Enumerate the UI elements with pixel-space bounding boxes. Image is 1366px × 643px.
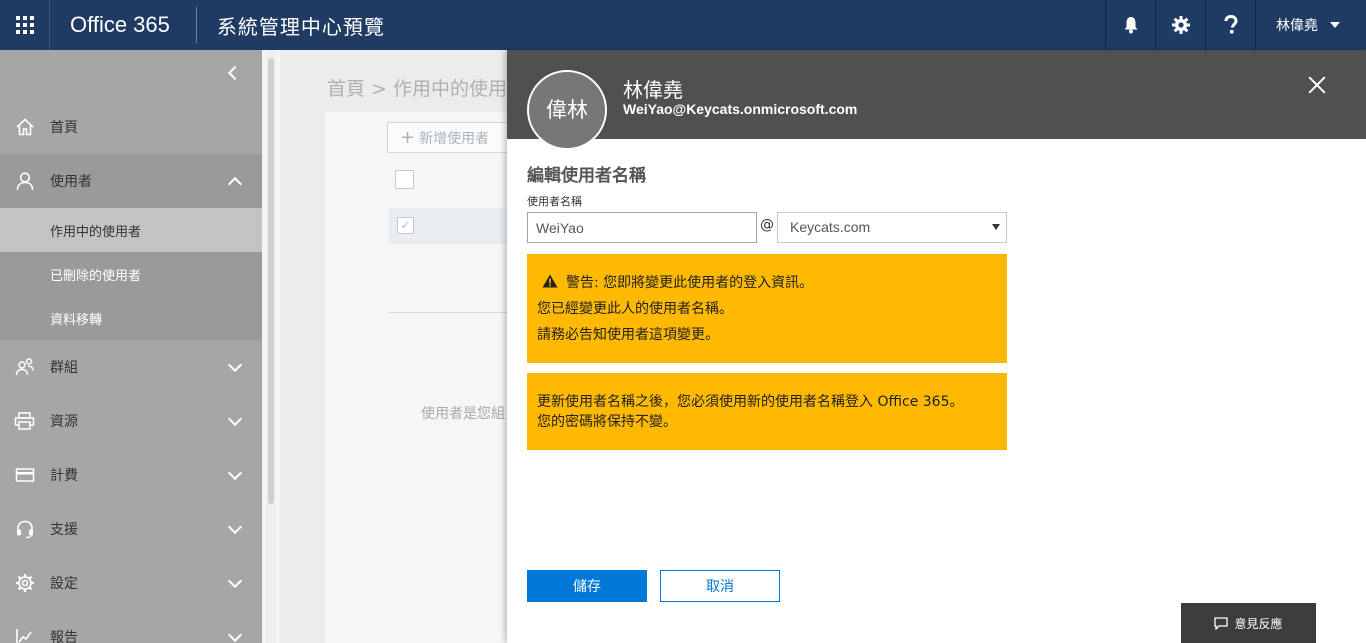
app-title: 系統管理中心預覽 bbox=[216, 14, 385, 39]
plus-icon: + bbox=[400, 127, 416, 148]
save-button[interactable]: 儲存 bbox=[527, 570, 647, 602]
user-name: 林偉堯 bbox=[1276, 18, 1318, 34]
at-sign: @ bbox=[760, 217, 774, 233]
home-icon bbox=[0, 117, 50, 137]
sidebar-item-label: 支援 bbox=[50, 522, 78, 538]
sidebar-item-label: 資源 bbox=[50, 414, 78, 430]
sidebar-item-label: 使用者 bbox=[50, 174, 92, 190]
add-user-button[interactable]: + 新增使用者 bbox=[387, 122, 509, 153]
gear-icon bbox=[0, 573, 50, 593]
add-user-label: 新增使用者 bbox=[419, 131, 490, 147]
chevron-down-icon bbox=[227, 573, 243, 589]
sidebar-item-users[interactable]: 使用者 bbox=[0, 154, 262, 208]
scrollbar-thumb[interactable] bbox=[268, 58, 274, 504]
info-line-1: 更新使用者名稱之後，您必須使用新的使用者名稱登入 Office 365。 bbox=[537, 394, 964, 410]
sidebar-item-groups[interactable]: 群組 bbox=[0, 340, 262, 394]
warning-line-3: 請務必告知使用者這項變更。 bbox=[537, 327, 719, 343]
check-icon: ✓ bbox=[400, 218, 411, 232]
panel-user-name: 林偉堯 bbox=[623, 78, 683, 102]
sidebar-subitem-active-users[interactable]: 作用中的使用者 bbox=[0, 208, 262, 252]
username-label: 使用者名稱 bbox=[527, 195, 582, 208]
sidebar-item-label: 群組 bbox=[50, 360, 78, 376]
cancel-button[interactable]: 取消 bbox=[660, 570, 780, 602]
caret-down-icon bbox=[1330, 22, 1340, 28]
chevron-up-icon bbox=[227, 176, 243, 192]
feedback-button[interactable]: 意見反應 bbox=[1181, 603, 1316, 643]
settings-button[interactable] bbox=[1155, 0, 1205, 50]
waffle-icon bbox=[15, 16, 34, 34]
sidebar-item-home[interactable]: 首頁 bbox=[0, 100, 262, 154]
domain-select[interactable]: Keycats.com bbox=[777, 212, 1007, 243]
users-hint-text: 使用者是您組 bbox=[421, 406, 505, 422]
question-icon bbox=[1224, 15, 1238, 34]
warning-icon bbox=[542, 274, 558, 288]
sidebar-item-label: 報告 bbox=[50, 630, 78, 643]
sidebar-item-resources[interactable]: 資源 bbox=[0, 394, 262, 448]
user-icon bbox=[0, 171, 50, 191]
divider bbox=[389, 312, 510, 313]
chevron-down-icon bbox=[227, 519, 243, 535]
avatar: 偉林 bbox=[527, 70, 607, 150]
user-menu[interactable]: 林偉堯 bbox=[1255, 0, 1366, 50]
warning-line-2: 您已經變更此人的使用者名稱。 bbox=[537, 301, 733, 317]
sidebar-subitem-deleted-users[interactable]: 已刪除的使用者 bbox=[0, 252, 262, 296]
sidebar-item-settings[interactable]: 設定 bbox=[0, 556, 262, 610]
app-launcher-button[interactable] bbox=[0, 0, 50, 50]
sidebar-item-billing[interactable]: 計費 bbox=[0, 448, 262, 502]
sidebar-item-label: 首頁 bbox=[50, 120, 78, 136]
chevron-left-icon bbox=[227, 65, 243, 81]
printer-icon bbox=[0, 411, 50, 431]
chart-icon bbox=[0, 627, 50, 643]
section-title: 編輯使用者名稱 bbox=[527, 166, 646, 186]
row-checkbox[interactable]: ✓ bbox=[397, 217, 414, 234]
username-input[interactable] bbox=[527, 212, 757, 243]
sidebar-item-label: 設定 bbox=[50, 576, 78, 592]
warning-line-1: 警告: 您即將變更此使用者的登入資訊。 bbox=[566, 275, 814, 291]
feedback-label: 意見反應 bbox=[1234, 616, 1283, 631]
warning-box: 警告: 您即將變更此使用者的登入資訊。 您已經變更此人的使用者名稱。 請務必告知… bbox=[527, 254, 1007, 363]
collapse-sidebar-button[interactable] bbox=[0, 50, 262, 100]
info-box: 更新使用者名稱之後，您必須使用新的使用者名稱登入 Office 365。 您的密… bbox=[527, 373, 1007, 450]
notifications-button[interactable] bbox=[1105, 0, 1155, 50]
comment-icon bbox=[1214, 616, 1229, 630]
chevron-down-icon bbox=[227, 627, 243, 643]
domain-value: Keycats.com bbox=[790, 219, 871, 235]
chevron-down-icon bbox=[227, 411, 243, 427]
sidebar-item-reports[interactable]: 報告 bbox=[0, 610, 262, 643]
chevron-down-icon bbox=[227, 465, 243, 481]
group-icon bbox=[0, 357, 50, 377]
chevron-down-icon bbox=[227, 357, 243, 373]
edit-username-panel: 偉林 林偉堯 WeiYao@Keycats.onmicrosoft.com 編輯… bbox=[507, 50, 1366, 643]
top-actions: 林偉堯 bbox=[1105, 0, 1366, 50]
info-line-2: 您的密碼將保持不變。 bbox=[537, 414, 677, 430]
close-icon[interactable] bbox=[1308, 76, 1326, 94]
gear-icon bbox=[1171, 16, 1190, 34]
panel-user-email: WeiYao@Keycats.onmicrosoft.com bbox=[623, 101, 858, 117]
card-icon bbox=[0, 467, 50, 483]
select-all-checkbox[interactable] bbox=[395, 170, 414, 189]
breadcrumb: 首頁 > 作用中的使用 bbox=[327, 78, 507, 100]
top-bar: Office 365 系統管理中心預覽 林偉堯 bbox=[0, 0, 1366, 50]
brand-title[interactable]: Office 365 bbox=[50, 0, 196, 50]
sidebar-item-label: 計費 bbox=[50, 468, 78, 484]
bell-icon bbox=[1124, 17, 1137, 34]
dropdown-arrow-icon bbox=[992, 224, 1000, 230]
sidebar-subitem-data-migration[interactable]: 資料移轉 bbox=[0, 296, 262, 340]
panel-header: 偉林 林偉堯 WeiYao@Keycats.onmicrosoft.com bbox=[507, 50, 1366, 150]
sidebar: 首頁 使用者 作用中的使用者 已刪除的使用者 資料移轉 群組 資源 計費 支援 … bbox=[0, 50, 262, 643]
content-panel bbox=[325, 112, 510, 643]
sidebar-item-support[interactable]: 支援 bbox=[0, 502, 262, 556]
help-button[interactable] bbox=[1205, 0, 1255, 50]
headset-icon bbox=[0, 519, 50, 539]
